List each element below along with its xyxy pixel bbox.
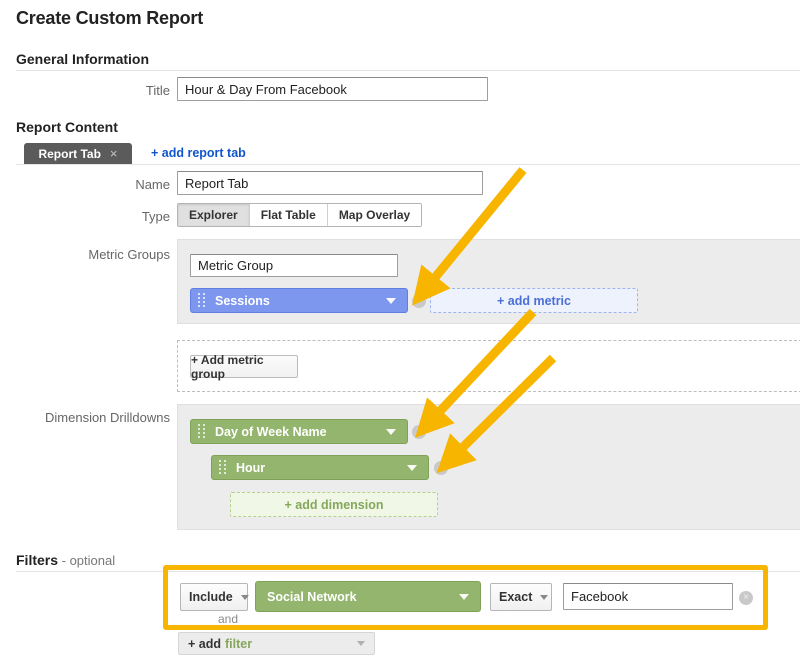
type-option-flat-table[interactable]: Flat Table xyxy=(250,204,328,226)
chevron-down-icon[interactable] xyxy=(407,465,417,471)
dimension-pill-day-of-week-name[interactable]: Day of Week Name xyxy=(190,419,408,444)
title-input[interactable] xyxy=(177,77,488,101)
report-type-selector[interactable]: Explorer Flat Table Map Overlay xyxy=(177,203,422,227)
filter-include-dropdown[interactable]: Include xyxy=(180,583,248,611)
dimension-pill-label: Day of Week Name xyxy=(215,425,386,439)
drag-handle-icon[interactable] xyxy=(198,424,210,439)
filter-match-type-label: Exact xyxy=(499,590,532,604)
metric-pill-label: Sessions xyxy=(215,294,386,308)
metric-group-name-input[interactable] xyxy=(190,254,398,277)
metric-pill-sessions[interactable]: Sessions xyxy=(190,288,408,313)
type-option-map-overlay[interactable]: Map Overlay xyxy=(328,204,421,226)
type-label: Type xyxy=(60,209,170,224)
dimension-pill-hour[interactable]: Hour xyxy=(211,455,429,480)
add-metric-group-button[interactable]: + Add metric group xyxy=(190,355,298,378)
filter-dimension-pill[interactable]: Social Network xyxy=(255,581,481,612)
close-icon[interactable]: × xyxy=(110,146,118,161)
dimension-drilldowns-label: Dimension Drilldowns xyxy=(20,410,170,425)
add-filter-prefix: + add xyxy=(188,637,221,651)
divider-general-information xyxy=(16,70,800,71)
chevron-down-icon[interactable] xyxy=(386,298,396,304)
add-filter-word: filter xyxy=(225,637,252,651)
drag-handle-icon[interactable] xyxy=(198,293,210,308)
remove-metric-icon[interactable]: × xyxy=(412,294,426,308)
type-option-explorer[interactable]: Explorer xyxy=(178,204,250,226)
section-heading-general-information: General Information xyxy=(16,51,149,67)
name-label: Name xyxy=(60,177,170,192)
filter-match-type-dropdown[interactable]: Exact xyxy=(490,583,552,611)
filter-dimension-label: Social Network xyxy=(267,590,459,604)
filter-and-label: and xyxy=(218,612,238,626)
add-report-tab-button[interactable]: + add report tab xyxy=(151,146,246,160)
chevron-down-icon[interactable] xyxy=(459,594,469,600)
remove-dimension-icon-hour[interactable]: × xyxy=(434,461,448,475)
chevron-down-icon xyxy=(540,595,548,600)
page-title: Create Custom Report xyxy=(16,8,203,29)
filter-value-input[interactable] xyxy=(563,583,733,610)
dimension-pill-label: Hour xyxy=(236,461,407,475)
chevron-down-icon[interactable] xyxy=(386,429,396,435)
add-metric-button[interactable]: + add metric xyxy=(430,288,638,313)
filter-include-label: Include xyxy=(189,590,233,604)
section-heading-filters: Filters - optional xyxy=(16,552,115,568)
divider-report-content xyxy=(16,164,800,165)
filters-heading-text: Filters xyxy=(16,552,58,568)
section-heading-report-content: Report Content xyxy=(16,119,118,135)
chevron-down-icon xyxy=(241,595,249,600)
metric-groups-label: Metric Groups xyxy=(40,247,170,262)
add-dimension-button[interactable]: + add dimension xyxy=(230,492,438,517)
drag-handle-icon[interactable] xyxy=(219,460,231,475)
remove-dimension-icon-day-of-week[interactable]: × xyxy=(412,425,426,439)
title-label: Title xyxy=(60,83,170,98)
remove-filter-icon[interactable]: × xyxy=(739,591,753,605)
filters-heading-optional: - optional xyxy=(58,553,115,568)
report-tab-label: Report Tab xyxy=(38,147,100,161)
add-filter-button[interactable]: + add filter xyxy=(178,632,375,655)
report-tab[interactable]: Report Tab × xyxy=(24,143,132,164)
chevron-down-icon xyxy=(357,641,365,646)
divider-filters xyxy=(16,571,800,572)
report-tab-name-input[interactable] xyxy=(177,171,483,195)
